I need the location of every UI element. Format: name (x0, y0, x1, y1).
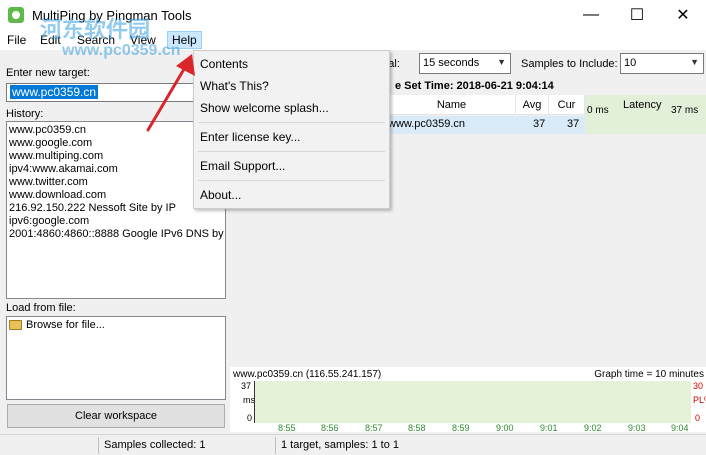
graph-y-top: 37 (241, 381, 252, 391)
menu-separator (198, 151, 385, 152)
help-menu-license-key[interactable]: Enter license key... (200, 130, 301, 144)
graph-x-tick: 8:55 (278, 423, 296, 433)
browse-label: Browse for file... (26, 319, 105, 331)
column-name[interactable]: Name (388, 95, 516, 115)
interval-select[interactable]: 15 seconds ▼ (419, 53, 511, 74)
samples-value: 10 (624, 57, 637, 69)
graph-pl-zero: 0 (695, 413, 701, 423)
red-arrow-icon (146, 54, 195, 132)
close-button[interactable]: ✕ (660, 0, 706, 30)
graph-x-tick: 8:56 (321, 423, 339, 433)
history-item[interactable]: 2001:4860:4860::8888 Google IPv6 DNS by … (9, 228, 225, 241)
status-targets: 1 target, samples: 1 to 1 (281, 439, 400, 451)
menu-separator (198, 180, 385, 181)
graph-plot (254, 381, 691, 423)
graph-y-zero: 0 (247, 413, 253, 423)
help-menu-welcome-splash[interactable]: Show welcome splash... (200, 101, 329, 115)
graph-x-tick: 8:57 (365, 423, 383, 433)
interval-value: 15 seconds (423, 57, 480, 69)
help-menu-whats-this[interactable]: What's This? (200, 79, 269, 93)
status-divider (275, 437, 276, 454)
graph-x-tick: 9:03 (628, 423, 646, 433)
history-item[interactable]: www.twitter.com (9, 176, 223, 189)
load-file-label: Load from file: (6, 302, 76, 314)
status-samples: Samples collected: 1 (104, 439, 206, 451)
row-name: www.pc0359.cn (388, 118, 466, 130)
latency-max: 37 ms (671, 105, 699, 116)
column-avg[interactable]: Avg (516, 95, 549, 115)
graph-pl-unit: PL% (693, 395, 706, 405)
help-menu-contents[interactable]: Contents (200, 57, 248, 71)
load-file-list: Browse for file... (6, 316, 226, 400)
samples-label: Samples to Include: (521, 58, 618, 70)
history-item[interactable]: 216.92.150.222 Nessoft Site by IP (9, 202, 223, 215)
graph-x-tick: 9:02 (584, 423, 602, 433)
graph-x-tick: 9:00 (496, 423, 514, 433)
table-row[interactable]: www.pc0359.cn 37 37 (388, 116, 585, 134)
menu-file[interactable]: File (7, 33, 26, 47)
graph-x-tick: 9:04 (671, 423, 689, 433)
menu-separator (198, 122, 385, 123)
row-avg: 37 (533, 118, 546, 130)
watermark-logo: 河东软件园 (40, 17, 151, 42)
folder-open-icon (9, 320, 22, 330)
minimize-button[interactable]: — (568, 0, 614, 30)
new-target-label: Enter new target: (6, 67, 90, 79)
history-label: History: (6, 108, 44, 120)
column-cur[interactable]: Cur (549, 95, 585, 115)
status-bar: Samples collected: 1 1 target, samples: … (0, 434, 706, 455)
set-time-label: e Set Time: 2018-06-21 9:04:14 (395, 80, 554, 92)
maximize-button[interactable]: ☐ (614, 0, 660, 30)
new-target-value: www.pc0359.cn (10, 85, 99, 99)
graph-x-tick: 8:58 (408, 423, 426, 433)
chevron-down-icon: ▼ (497, 57, 506, 67)
graph-x-tick: 9:01 (540, 423, 558, 433)
history-item[interactable]: www.multiping.com (9, 150, 223, 163)
latency-column: 0 ms Latency 37 ms (585, 95, 706, 134)
graph-pl-top: 30 (693, 381, 704, 391)
help-menu-about[interactable]: About... (200, 188, 241, 202)
column-latency[interactable]: Latency (623, 99, 662, 111)
row-cur: 37 (567, 118, 580, 130)
latency-min: 0 ms (587, 105, 609, 116)
graph-x-tick: 8:59 (452, 423, 470, 433)
samples-select[interactable]: 10 ▼ (620, 53, 704, 74)
status-divider (98, 437, 99, 454)
history-item[interactable]: ipv6:google.com (9, 215, 223, 228)
history-item[interactable]: ipv4:www.akamai.com (9, 163, 223, 176)
app-icon (8, 7, 24, 23)
help-menu: Contents What's This? Show welcome splas… (193, 50, 390, 209)
graph-time: Graph time = 10 minutes (594, 369, 704, 380)
latency-graph: www.pc0359.cn (116.55.241.157) Graph tim… (230, 367, 706, 433)
clear-workspace-button[interactable]: Clear workspace (7, 404, 225, 428)
graph-title: www.pc0359.cn (116.55.241.157) (233, 369, 382, 380)
browse-for-file-item[interactable]: Browse for file... (9, 319, 223, 331)
help-menu-email-support[interactable]: Email Support... (200, 159, 285, 173)
chevron-down-icon: ▼ (690, 57, 699, 67)
history-item[interactable]: www.download.com (9, 189, 223, 202)
